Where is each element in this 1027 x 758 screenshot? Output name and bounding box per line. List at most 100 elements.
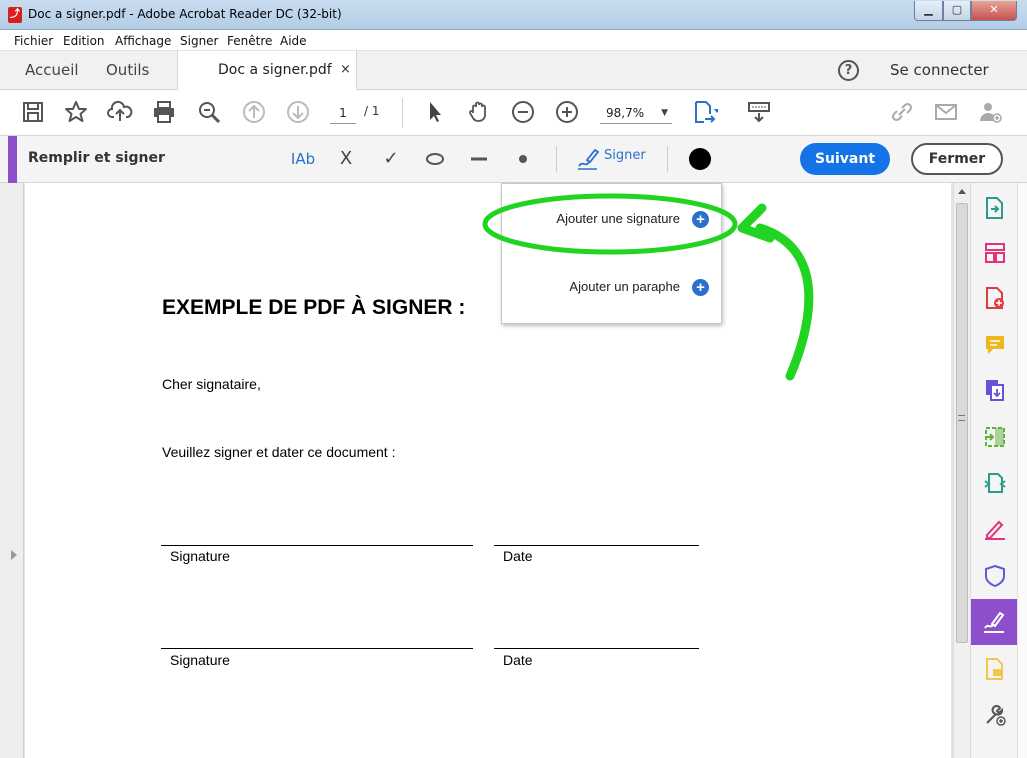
hand-icon[interactable] [466, 99, 492, 125]
add-initials-label: Ajouter un paraphe [569, 279, 680, 294]
date-label: Date [503, 548, 533, 564]
page-up-icon[interactable] [241, 99, 267, 125]
pdf-icon: ⤴ [8, 7, 22, 23]
search-zoom-icon[interactable] [196, 99, 222, 125]
line-tool-icon[interactable] [468, 146, 490, 172]
send-comments-icon[interactable] [983, 657, 1007, 681]
upload-icon[interactable] [107, 99, 133, 125]
fit-page-icon[interactable] [692, 99, 720, 125]
plus-icon: + [692, 211, 709, 229]
next-button[interactable]: Suivant [800, 143, 890, 175]
organize-pages-icon[interactable] [983, 241, 1007, 265]
date-line [494, 545, 699, 546]
minimize-button[interactable]: ▁ [914, 1, 943, 21]
menu-fenetre[interactable]: Fenêtre [227, 34, 272, 48]
maximize-button[interactable]: ▢ [943, 1, 971, 21]
menu-affichage[interactable]: Affichage [115, 34, 171, 48]
zoom-in-icon[interactable] [554, 99, 580, 125]
compress-pdf-icon[interactable] [983, 471, 1007, 495]
toolbar-divider [402, 98, 403, 128]
fill-sign-active-icon[interactable] [971, 599, 1018, 645]
pdf-page [25, 183, 951, 758]
page-down-icon[interactable] [285, 99, 311, 125]
sign-dropdown-menu: Ajouter une signature + Ajouter un paraph… [501, 183, 722, 324]
menu-signer[interactable]: Signer [180, 34, 219, 48]
save-icon[interactable] [20, 99, 46, 125]
menu-edition[interactable]: Edition [63, 34, 105, 48]
document-instruction: Veuillez signer et dater ce document : [162, 444, 396, 460]
tab-outils[interactable]: Outils [106, 51, 149, 90]
menu-bar: Fichier Edition Affichage Signer Fenêtre… [0, 30, 1027, 51]
zoom-value: 98,7% [606, 106, 645, 120]
fill-sign-divider [556, 146, 557, 172]
signature-label: Signature [170, 548, 230, 564]
expand-arrow-icon [11, 550, 17, 560]
scroll-up-icon[interactable] [958, 189, 966, 194]
tab-document-label: Doc a signer.pdf [218, 62, 332, 78]
fill-sign-pen-icon[interactable] [983, 517, 1007, 541]
ellipse-tool-icon[interactable] [424, 146, 446, 172]
text-tool-icon[interactable]: IAb [290, 146, 316, 172]
close-icon: ✕ [989, 3, 999, 16]
scroll-grip-icon [958, 415, 965, 421]
protect-shield-icon[interactable] [983, 564, 1007, 588]
close-button[interactable]: ✕ [971, 1, 1017, 21]
comment-icon[interactable] [983, 333, 1007, 357]
export-pdf-icon[interactable] [983, 286, 1007, 310]
more-tools-icon[interactable] [983, 703, 1007, 727]
keyboard-icon[interactable] [746, 99, 772, 125]
add-user-icon[interactable] [977, 99, 1003, 125]
add-signature-item[interactable]: Ajouter une signature + [556, 211, 709, 229]
main-toolbar: 1 / 1 98,7% ▼ [0, 90, 1027, 136]
menu-fichier[interactable]: Fichier [14, 34, 53, 48]
fill-sign-title: Remplir et signer [28, 150, 165, 166]
dot-tool-icon[interactable] [512, 146, 534, 172]
star-icon[interactable] [63, 99, 89, 125]
fill-sign-divider [667, 146, 668, 172]
maximize-icon: ▢ [951, 3, 963, 16]
menu-aide[interactable]: Aide [280, 34, 307, 48]
combine-files-icon[interactable] [983, 378, 1007, 402]
signature-label: Signature [170, 652, 230, 668]
help-icon[interactable]: ? [838, 60, 859, 81]
add-initials-item[interactable]: Ajouter un paraphe + [569, 279, 709, 297]
connect-button[interactable]: Se connecter [890, 51, 989, 89]
vertical-scrollbar[interactable] [953, 183, 970, 758]
edit-pdf-icon[interactable] [983, 425, 1007, 449]
left-panel-toggle[interactable] [0, 183, 24, 758]
document-greeting: Cher signataire, [162, 376, 261, 392]
cross-tool-icon[interactable]: X [335, 146, 357, 172]
page-total: / 1 [364, 104, 380, 118]
date-line [494, 648, 699, 649]
print-icon[interactable] [151, 99, 177, 125]
sign-pen-icon[interactable] [575, 146, 601, 172]
tab-close-icon[interactable]: × [340, 51, 351, 89]
chevron-down-icon: ▼ [661, 108, 668, 118]
signature-line [161, 545, 473, 546]
tab-bar: Accueil Outils Doc a signer.pdf × ? Se c… [0, 51, 1027, 91]
check-tool-icon[interactable]: ✓ [380, 146, 402, 172]
tool-accent-bar [8, 136, 17, 183]
scroll-thumb[interactable] [956, 203, 968, 643]
minimize-icon: ▁ [924, 3, 933, 16]
window-title: Doc a signer.pdf - Adobe Acrobat Reader … [28, 7, 342, 21]
tab-accueil[interactable]: Accueil [25, 51, 79, 90]
document-heading: EXEMPLE DE PDF À SIGNER : [162, 296, 466, 319]
sign-button[interactable]: Signer [604, 148, 646, 163]
create-pdf-icon[interactable] [983, 196, 1007, 220]
select-arrow-icon[interactable] [422, 99, 448, 125]
zoom-select[interactable]: 98,7% ▼ [600, 102, 672, 124]
document-viewport [0, 183, 970, 758]
color-picker[interactable] [689, 148, 711, 170]
tab-document[interactable]: Doc a signer.pdf × [177, 51, 357, 91]
tools-pane-scrollbar[interactable] [1017, 183, 1027, 758]
signature-line [161, 648, 473, 649]
title-bar: ⤴ Doc a signer.pdf - Adobe Acrobat Reade… [0, 0, 1027, 30]
zoom-out-icon[interactable] [510, 99, 536, 125]
plus-icon: + [692, 279, 709, 297]
page-number-input[interactable]: 1 [330, 102, 356, 124]
link-icon[interactable] [889, 99, 915, 125]
mail-icon[interactable] [933, 99, 959, 125]
date-label: Date [503, 652, 533, 668]
close-tool-button[interactable]: Fermer [911, 143, 1003, 175]
